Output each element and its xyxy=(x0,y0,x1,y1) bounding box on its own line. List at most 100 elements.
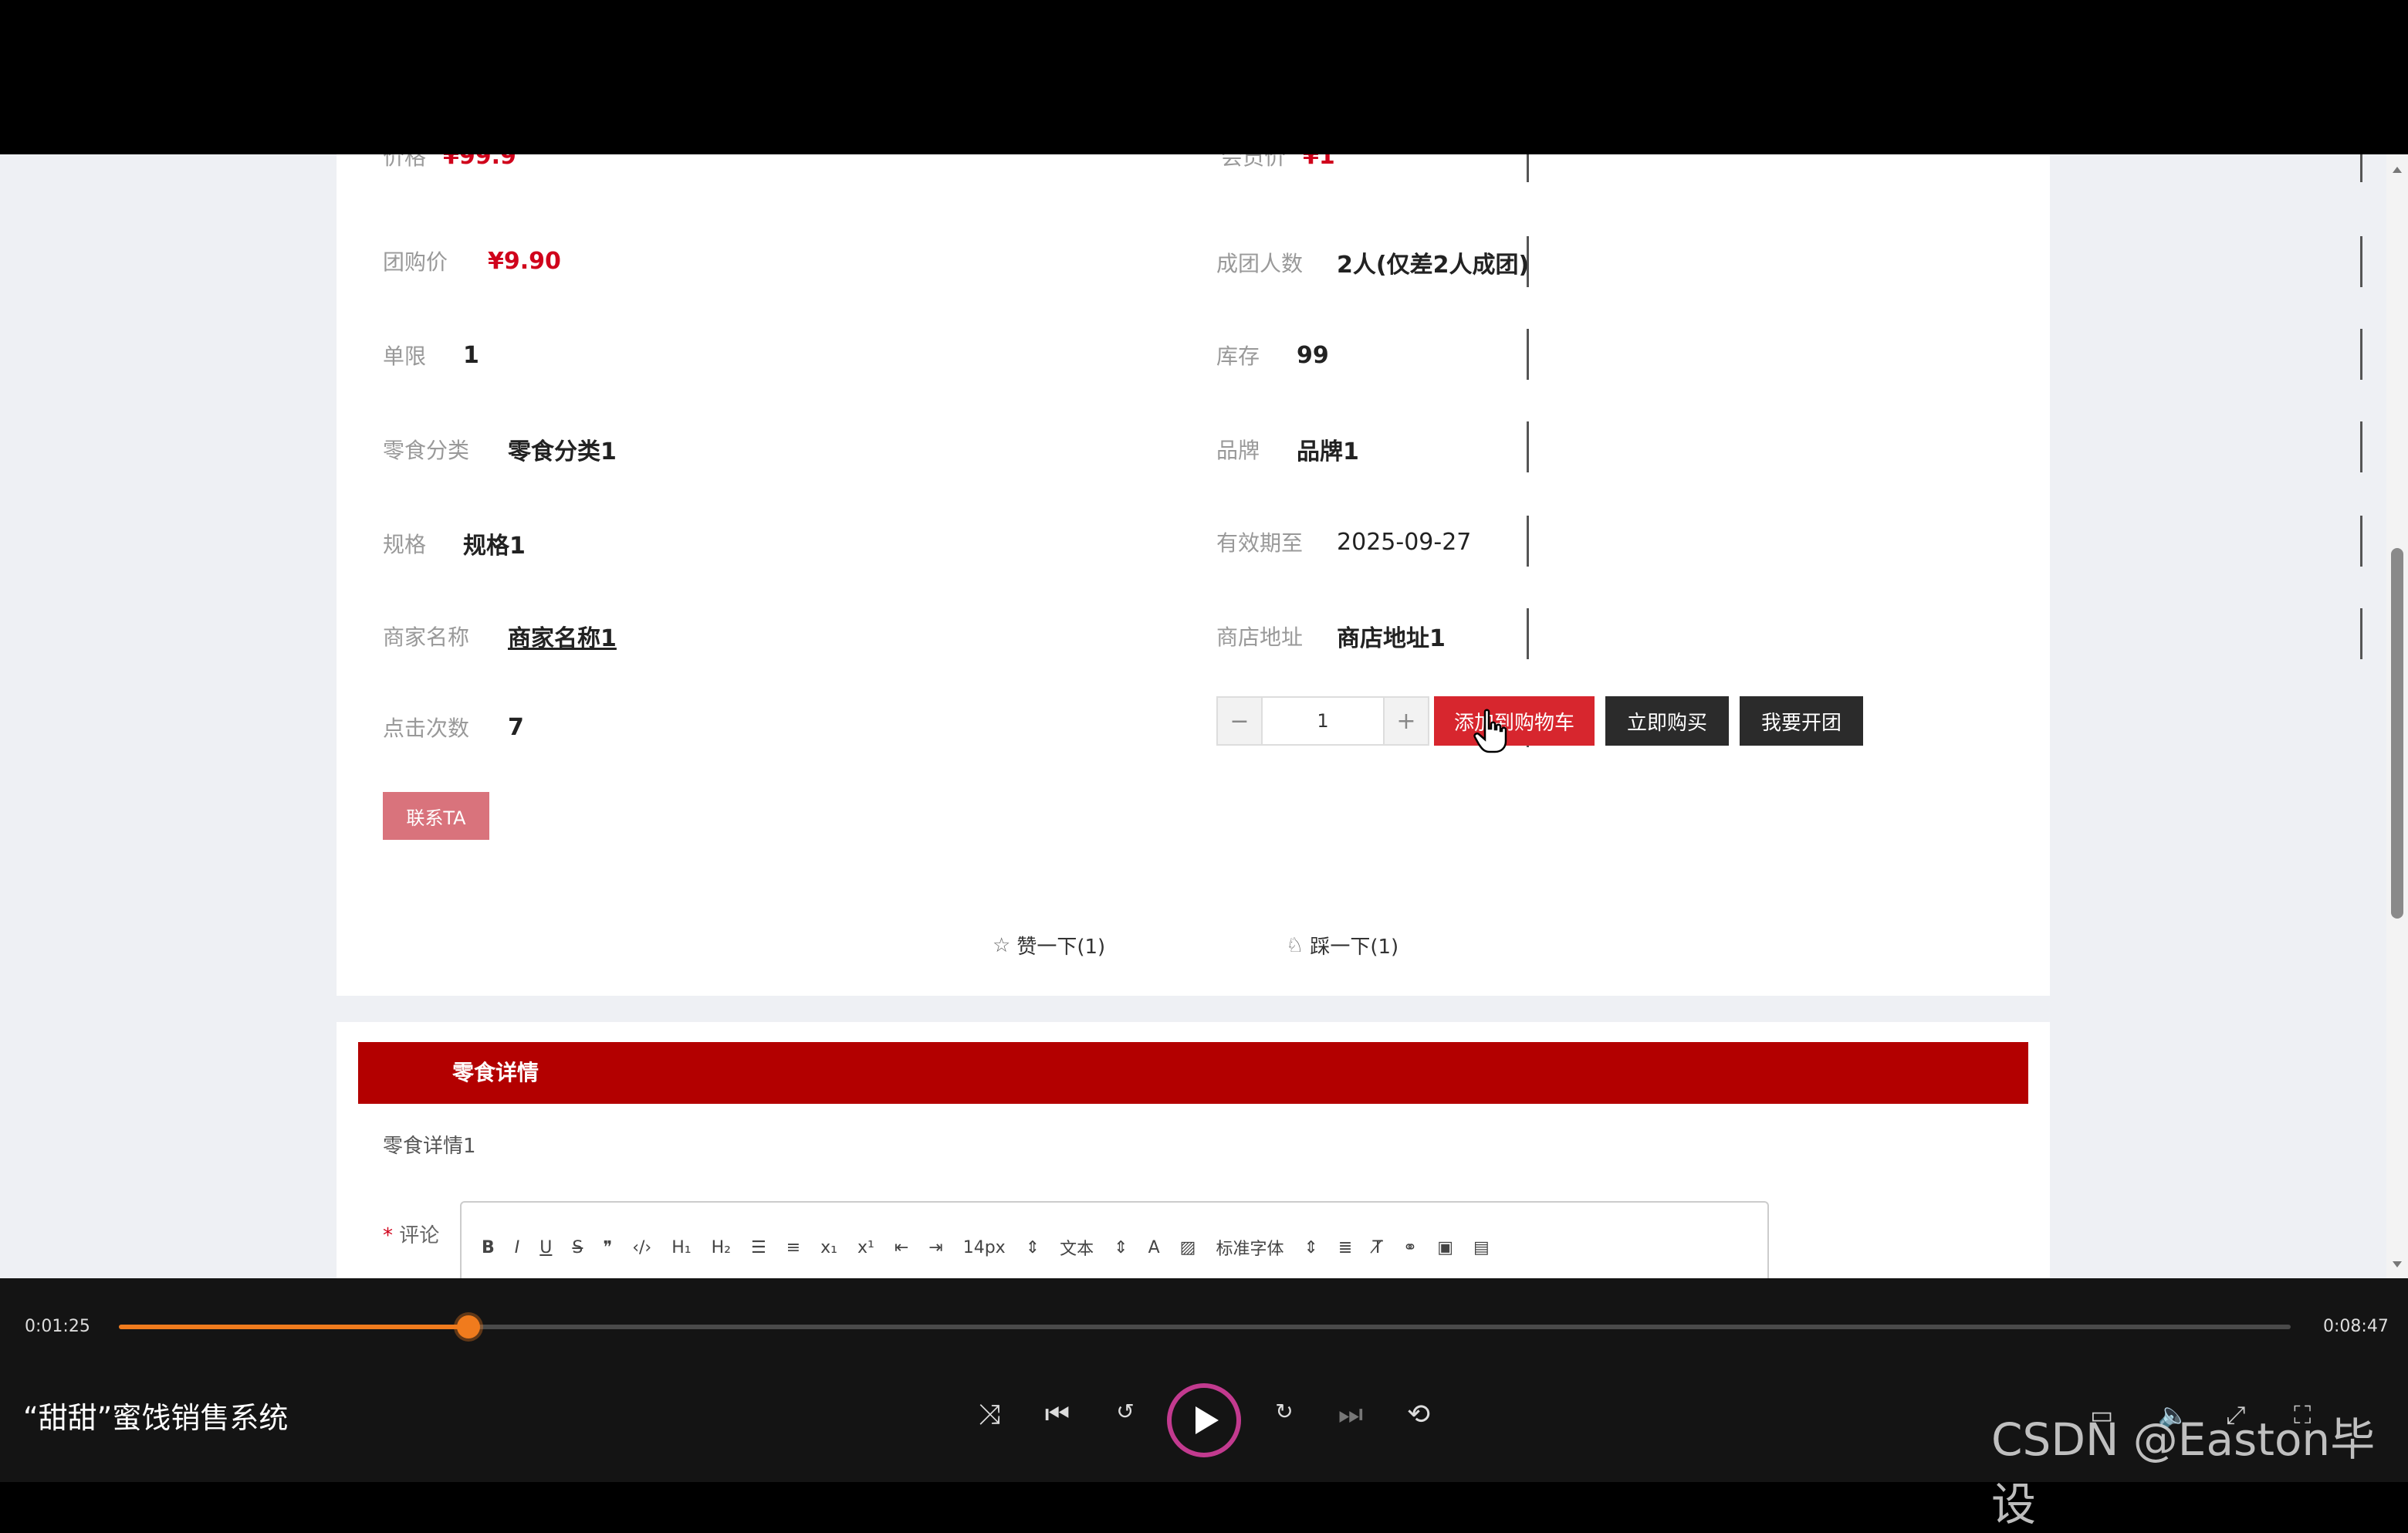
address-label: 商店地址 xyxy=(1216,624,1304,650)
subscript-icon[interactable]: x₁ xyxy=(820,1238,837,1257)
font-family-select[interactable]: 标准字体 xyxy=(1216,1235,1283,1260)
price-value: ¥99.9 xyxy=(443,154,516,170)
stock-field: 库存 99 xyxy=(1216,340,1329,371)
current-time: 0:01:25 xyxy=(25,1317,90,1336)
like-label: 赞一下(1) xyxy=(1016,936,1106,959)
comment-label-text: 评论 xyxy=(399,1224,440,1247)
divider xyxy=(2360,236,2362,287)
quantity-plus-button[interactable]: + xyxy=(1385,698,1428,744)
heading2-icon[interactable]: H₂ xyxy=(712,1238,731,1257)
video-player-controls: 0:01:25 0:08:47 “甜甜”蜜饯销售系统 ⤨ ⏮ ↺ ↻ ⏭ ⟲ ▭… xyxy=(0,1278,2408,1531)
play-button[interactable] xyxy=(1167,1383,1241,1457)
details-card: 零食详情 零食详情1 * 评论 B I U S ❞ ‹/› H₁ H₂ ☰ ≡ … xyxy=(337,1022,2050,1278)
background-color-icon[interactable]: ▨ xyxy=(1180,1238,1196,1257)
price-field: 价格 ¥99.9 xyxy=(383,154,516,171)
play-icon xyxy=(1196,1406,1219,1434)
quantity-minus-button[interactable]: − xyxy=(1218,698,1261,744)
spec-value: 规格1 xyxy=(463,533,526,560)
chevron-updown-icon[interactable]: ⇕ xyxy=(1304,1238,1317,1257)
divider xyxy=(1527,421,1529,472)
details-content: 零食详情1 xyxy=(383,1135,476,1158)
limit-value: 1 xyxy=(463,341,479,369)
clicks-field: 点击次数 7 xyxy=(383,712,524,743)
group-size-field: 成团人数 2人(仅差2人成团) xyxy=(1216,245,1529,279)
group-price-label: 团购价 xyxy=(383,249,448,275)
progress-fill xyxy=(119,1325,468,1329)
indent-icon[interactable]: ⇥ xyxy=(928,1238,942,1257)
shuffle-icon[interactable]: ⤨ xyxy=(968,1399,1011,1431)
stock-label: 库存 xyxy=(1216,343,1260,369)
contact-button[interactable]: 联系TA xyxy=(383,792,489,840)
scrollbar-thumb[interactable] xyxy=(2391,548,2403,919)
merchant-label: 商家名称 xyxy=(383,624,470,650)
expiry-field: 有效期至 2025-09-27 xyxy=(1216,526,1471,557)
member-price-label: 会员价 xyxy=(1221,154,1287,170)
vertical-scrollbar[interactable] xyxy=(2386,154,2408,1278)
divider xyxy=(2360,154,2362,182)
bullet-list-icon[interactable]: ≡ xyxy=(786,1238,800,1257)
thumbs-down-icon: ♘ xyxy=(1286,933,1304,957)
heading1-icon[interactable]: H₁ xyxy=(671,1238,691,1257)
paragraph-select[interactable]: 文本 xyxy=(1060,1235,1094,1260)
font-size-select[interactable]: 14px xyxy=(963,1238,1006,1257)
clear-format-icon[interactable]: T̸ xyxy=(1372,1238,1382,1257)
bold-icon[interactable]: B xyxy=(482,1238,495,1257)
italic-icon[interactable]: I xyxy=(515,1238,520,1257)
csdn-watermark: CSDN @Easton毕设 xyxy=(1991,1413,2376,1531)
image-icon[interactable]: ▣ xyxy=(1437,1238,1453,1257)
quantity-input[interactable] xyxy=(1261,698,1385,744)
add-to-cart-button[interactable]: 添加到购物车 xyxy=(1434,696,1595,746)
next-icon[interactable]: ⏭ xyxy=(1329,1399,1372,1431)
group-size-label: 成团人数 xyxy=(1216,251,1304,276)
price-label: 价格 xyxy=(383,154,427,170)
link-icon[interactable]: ⚭ xyxy=(1403,1238,1417,1257)
code-icon[interactable]: ‹/› xyxy=(632,1238,651,1257)
like-button[interactable]: ☆ 赞一下(1) xyxy=(993,931,1105,959)
underline-icon[interactable]: U xyxy=(539,1238,552,1257)
font-color-icon[interactable]: A xyxy=(1148,1238,1160,1257)
forward-30-icon[interactable]: ↻ xyxy=(1263,1399,1306,1424)
group-price-value: ¥9.90 xyxy=(488,247,561,275)
buy-now-button[interactable]: 立即购买 xyxy=(1605,696,1729,746)
quantity-stepper[interactable]: − + xyxy=(1216,696,1429,746)
quote-icon[interactable]: ❞ xyxy=(603,1238,612,1257)
stock-value: 99 xyxy=(1297,341,1329,369)
progress-knob[interactable] xyxy=(457,1315,480,1338)
divider xyxy=(2360,329,2362,380)
dislike-button[interactable]: ♘ 踩一下(1) xyxy=(1286,931,1398,959)
comment-editor[interactable]: B I U S ❞ ‹/› H₁ H₂ ☰ ≡ x₁ x¹ ⇤ ⇥ 14px ⇕… xyxy=(460,1201,1769,1278)
video-icon[interactable]: ▤ xyxy=(1473,1238,1490,1257)
category-value: 零食分类1 xyxy=(508,438,617,465)
strikethrough-icon[interactable]: S xyxy=(572,1238,583,1257)
divider xyxy=(1527,154,1529,182)
start-group-button[interactable]: 我要开团 xyxy=(1740,696,1863,746)
member-price-value: ¥1 xyxy=(1303,154,1335,170)
superscript-icon[interactable]: x¹ xyxy=(857,1238,874,1257)
rewind-10-icon[interactable]: ↺ xyxy=(1104,1399,1147,1424)
brand-value: 品牌1 xyxy=(1297,438,1359,465)
spec-label: 规格 xyxy=(383,532,427,557)
repeat-icon[interactable]: ⟲ xyxy=(1397,1399,1440,1430)
divider xyxy=(1527,516,1529,567)
editor-toolbar: B I U S ❞ ‹/› H₁ H₂ ☰ ≡ x₁ x¹ ⇤ ⇥ 14px ⇕… xyxy=(482,1235,1490,1260)
align-icon[interactable]: ≣ xyxy=(1338,1238,1352,1257)
scroll-up-icon[interactable] xyxy=(2393,167,2402,173)
previous-icon[interactable]: ⏮ xyxy=(1036,1399,1079,1431)
details-title: 零食详情 xyxy=(452,1060,539,1085)
spec-field: 规格 规格1 xyxy=(383,526,526,560)
scroll-down-icon[interactable] xyxy=(2393,1261,2402,1267)
chevron-updown-icon[interactable]: ⇕ xyxy=(1114,1238,1128,1257)
brand-field: 品牌 品牌1 xyxy=(1216,432,1359,466)
merchant-link[interactable]: 商家名称1 xyxy=(508,619,617,653)
clicks-value: 7 xyxy=(508,713,524,741)
address-value: 商店地址1 xyxy=(1337,625,1446,652)
outdent-icon[interactable]: ⇤ xyxy=(895,1238,908,1257)
required-mark: * xyxy=(383,1224,393,1247)
ordered-list-icon[interactable]: ☰ xyxy=(751,1238,766,1257)
dislike-label: 踩一下(1) xyxy=(1310,936,1399,959)
chevron-updown-icon[interactable]: ⇕ xyxy=(1026,1238,1040,1257)
divider xyxy=(1527,608,1529,659)
limit-field: 单限 1 xyxy=(383,340,479,371)
brand-label: 品牌 xyxy=(1216,438,1260,463)
clicks-label: 点击次数 xyxy=(383,716,470,741)
